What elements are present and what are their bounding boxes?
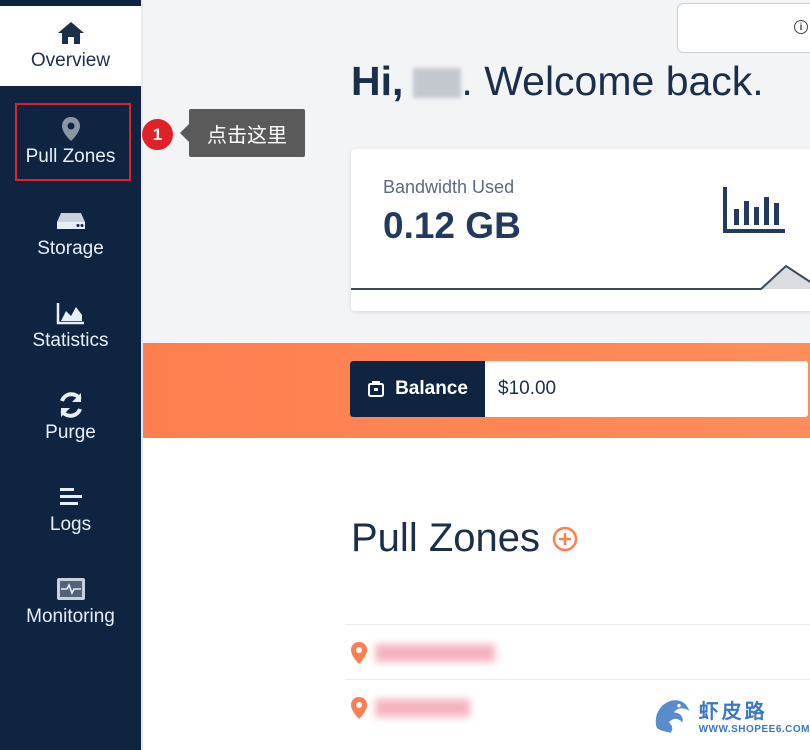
greeting-text: Hi, <box>351 58 404 104</box>
sidebar-item-label: Statistics <box>32 330 109 351</box>
sidebar-item-label: Overview <box>30 50 111 71</box>
wallet-icon <box>368 381 385 397</box>
add-pull-zone-icon[interactable] <box>552 526 578 552</box>
bandwidth-sparkline <box>351 264 810 311</box>
welcome-text: . Welcome back. <box>461 58 764 104</box>
redacted-zone-name <box>375 643 495 662</box>
hard-drive-icon <box>55 208 87 234</box>
sidebar-item-statistics[interactable]: Statistics <box>0 280 141 372</box>
sidebar-item-storage[interactable]: Storage <box>0 188 141 280</box>
bandwidth-value: 0.12 GB <box>383 205 521 246</box>
sidebar-item-overview[interactable]: Overview <box>0 6 141 86</box>
watermark-text: 虾皮路 WWW.SHOPEE6.COM <box>699 695 810 735</box>
sidebar-item-purge[interactable]: Purge <box>0 372 141 464</box>
step-badge: 1 <box>142 119 173 150</box>
sidebar-item-label: Logs <box>49 514 92 535</box>
balance-value: $10.00 <box>498 378 557 399</box>
redacted-username <box>413 68 462 98</box>
tooltip: 点击这里 <box>180 109 305 157</box>
map-pin-icon <box>351 641 367 664</box>
pull-zone-row[interactable] <box>345 624 810 680</box>
top-search-field[interactable] <box>677 3 810 53</box>
bandwidth-card: Bandwidth Used 0.12 GB <box>351 149 810 311</box>
balance-box: Balance $10.00 <box>350 361 808 417</box>
watermark-chinese: 虾皮路 <box>698 701 768 723</box>
bandwidth-label: Bandwidth Used <box>383 177 515 197</box>
highlight-box <box>15 103 131 181</box>
area-chart-icon <box>56 300 86 326</box>
map-pin-icon <box>351 696 367 719</box>
refresh-icon <box>57 392 85 418</box>
sidebar-item-label: Storage <box>37 238 104 259</box>
pull-zones-heading: Pull Zones <box>351 516 578 561</box>
sidebar-item-label: Monitoring <box>26 606 115 627</box>
list-lines-icon <box>58 484 84 510</box>
redacted-zone-name <box>375 698 470 717</box>
monitor-pulse-icon <box>55 576 87 602</box>
balance-label-block: Balance <box>350 361 485 417</box>
info-icon[interactable]: i <box>794 20 808 34</box>
balance-label: Balance <box>395 378 468 399</box>
home-icon <box>56 20 86 46</box>
sidebar-item-monitoring[interactable]: Monitoring <box>0 556 141 648</box>
page-title: Hi, . Welcome back. <box>351 58 764 105</box>
dragon-logo-icon <box>655 700 690 733</box>
watermark-url: WWW.SHOPEE6.COM <box>698 724 810 735</box>
bar-chart-icon <box>723 187 785 233</box>
watermark: 虾皮路 WWW.SHOPEE6.COM <box>650 683 810 747</box>
pull-zones-title: Pull Zones <box>351 516 540 560</box>
sidebar-item-label: Purge <box>45 422 96 443</box>
sidebar-item-logs[interactable]: Logs <box>0 464 141 556</box>
